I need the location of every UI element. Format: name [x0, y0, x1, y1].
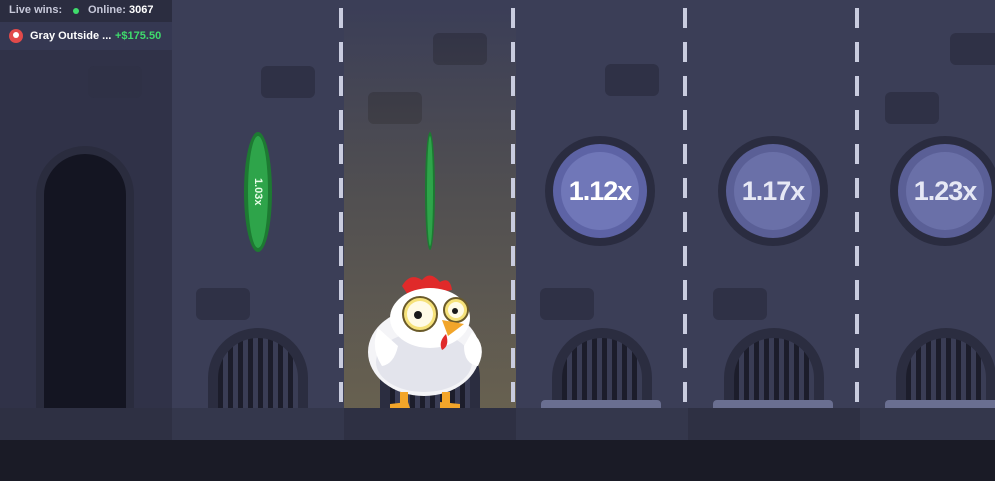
wall-brick [88, 66, 142, 98]
start-door [36, 146, 134, 408]
road-segment [516, 408, 688, 440]
online-status-dot-icon [73, 8, 79, 14]
winner-name: Gray Outside ... [30, 30, 112, 42]
wall-brick [950, 33, 995, 65]
grate-ledge [885, 400, 995, 408]
online-label: Online: [88, 4, 126, 16]
grate-ledge [713, 400, 833, 408]
wall-brick [261, 66, 315, 98]
multiplier-label: 1.17x [741, 175, 806, 206]
multiplier-coin-next[interactable]: 1.12x [545, 136, 655, 246]
live-wins-label: Live wins: [9, 4, 63, 16]
passed-coin: 1.03x [244, 132, 272, 252]
passed-coin-label: 1.03x [252, 178, 264, 206]
wall-brick [605, 64, 659, 96]
multiplier-coin[interactable]: 1.23x [890, 136, 995, 246]
chicken-character [368, 275, 482, 408]
grate-ledge [541, 400, 661, 408]
wall-brick [196, 288, 250, 320]
road-segment [860, 408, 995, 440]
player-avatar-icon [9, 29, 23, 43]
wall-brick [885, 92, 939, 124]
wall-brick [713, 288, 767, 320]
lane-divider [339, 8, 343, 408]
road-segment [172, 408, 344, 440]
multiplier-label: 1.12x [568, 175, 633, 206]
multiplier-label: 1.23x [913, 175, 978, 206]
win-amount: +$175.50 [115, 30, 162, 42]
road-curb [0, 408, 995, 440]
live-win-row[interactable]: Gray Outside ... +$175.50 [0, 22, 172, 50]
lane-divider [511, 8, 515, 408]
live-stats-bar: Live wins: Online: 3067 [0, 0, 172, 22]
road [0, 440, 995, 481]
lane-divider [855, 8, 859, 408]
wall-brick [540, 288, 594, 320]
game-scene: 1.03x 1.12x 1.17x 1.23x [0, 0, 995, 481]
passed-coin [425, 132, 435, 250]
online-count: 3067 [129, 4, 154, 16]
lane-divider [683, 8, 687, 408]
multiplier-coin[interactable]: 1.17x [718, 136, 828, 246]
